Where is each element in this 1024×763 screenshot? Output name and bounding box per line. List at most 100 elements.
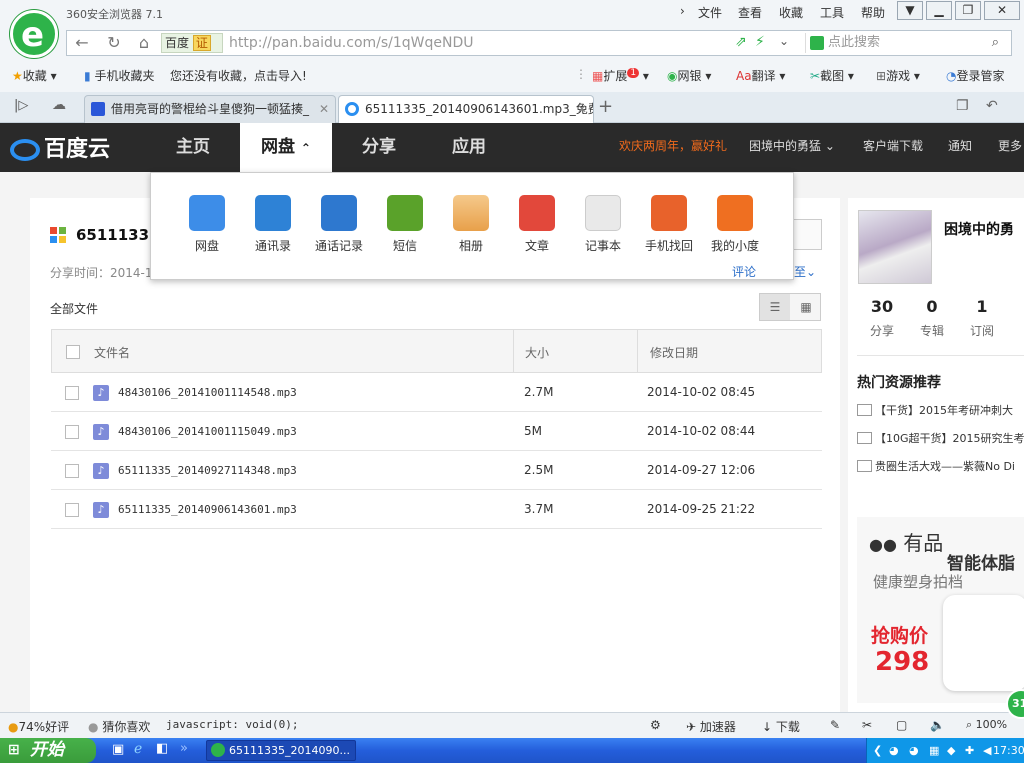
column-date[interactable]: 修改日期 [650,344,698,361]
table-row[interactable]: ♪ 48430106_20141001115049.mp3 5M 2014-10… [51,412,822,451]
tab-2[interactable]: 65111335_20140906143601.mp3_免费高 ✕ [338,95,594,123]
new-tab-button[interactable]: + [598,96,613,117]
promo-link[interactable]: 欢庆两周年，赢好礼 [619,123,727,169]
more-link[interactable]: 更多 [998,123,1022,169]
file-name[interactable]: 48430106_20141001115049.mp3 [118,425,297,438]
nav-netdisk[interactable]: 网盘 ⌃ [240,123,332,172]
network-icon[interactable]: ▦ [929,738,939,763]
tools-icon[interactable]: ✂ [862,718,872,732]
tab-close-icon[interactable]: ✕ [319,96,329,122]
file-name[interactable]: 65111335_20140906143601.mp3 [118,503,297,516]
table-row[interactable]: ♪ 65111335_20140927114348.mp3 2.5M 2014-… [51,451,822,490]
speaker-icon[interactable]: ◀ [983,738,991,763]
app-xiaodu[interactable]: 我的小度 [703,195,767,254]
save-to-link[interactable]: 至⌄ [794,263,816,280]
close-button[interactable]: ✕ [984,1,1020,20]
manager-login[interactable]: ◔登录管家 [946,67,1005,84]
import-hint[interactable]: 您还没有收藏，点击导入! [170,67,307,84]
guess-you-like[interactable]: ● 猜你喜欢 [88,718,150,735]
screenshot-button[interactable]: ✂截图 ▾ [810,67,854,84]
360-guard-icon[interactable]: ✚ [965,738,974,763]
app-call-log[interactable]: 通话记录 [307,195,371,254]
home-icon[interactable]: ⌂ [129,31,159,55]
start-button[interactable]: ⊞ 开始 [0,738,96,763]
app-netdisk[interactable]: 网盘 [175,195,239,254]
menu-tools[interactable]: 工具 [820,4,844,21]
baidu-cloud-logo[interactable]: 百度云 [10,131,110,163]
search-input[interactable]: 点此搜索 ⌕ [805,33,1009,53]
nav-share[interactable]: 分享 [334,123,424,172]
restore-button[interactable]: ❐ [955,1,981,20]
tray-arrow-icon[interactable]: ❮ [873,738,882,763]
taskbar-window[interactable]: 65111335_2014090... [206,740,356,761]
list-view-icon[interactable]: ☰ [760,294,790,320]
notification-badge[interactable]: 31 [1006,689,1024,719]
row-checkbox[interactable] [65,386,79,400]
translate-button[interactable]: Aa翻译 ▾ [736,67,785,84]
tab-1[interactable]: 借用亮哥的警棍给斗皇傻狗一顿猛揍_ ✕ [84,95,336,123]
dropdown-icon[interactable]: ⌄ [779,34,789,48]
quicklaunch-chevron-icon[interactable]: » [180,741,188,756]
volume-icon[interactable]: 🔈 [930,718,945,732]
column-size[interactable]: 大小 [525,344,549,361]
clock[interactable]: 17:30 [993,738,1024,763]
app-articles[interactable]: 文章 [505,195,569,254]
favorites-button[interactable]: ★收藏 ▾ [12,67,57,84]
image-icon[interactable]: ✎ [830,718,840,732]
minimize-button[interactable]: ▁ [926,1,952,20]
row-checkbox[interactable] [65,464,79,478]
lightning-icon[interactable]: ⚡ [755,34,765,50]
skin-icon[interactable]: ▼ [897,1,923,20]
url-field[interactable]: http://pan.baidu.com/s/1qWqeNDU [229,31,474,55]
grid-view-icon[interactable]: ▦ [791,294,821,320]
stat-albums[interactable]: 0 专辑 [908,297,956,339]
app-sms[interactable]: 短信 [373,195,437,254]
share-icon[interactable]: ⇗ [735,34,747,50]
settings-icon[interactable]: ⚙ [650,718,661,732]
refresh-icon[interactable]: ↻ [99,31,129,55]
ie-icon[interactable]: ℯ [134,741,142,757]
games-button[interactable]: ⊞游戏 ▾ [876,67,920,84]
column-name[interactable]: 文件名 [94,344,130,361]
app-notepad[interactable]: 记事本 [571,195,635,254]
row-checkbox[interactable] [65,503,79,517]
undo-close-icon[interactable]: ↶ [986,98,998,114]
file-name[interactable]: 65111335_20140927114348.mp3 [118,464,297,477]
shield-icon[interactable]: ◆ [947,738,955,763]
app-find-phone[interactable]: 手机找回 [637,195,701,254]
media-icon[interactable]: ◧ [156,741,168,756]
tab-list-icon[interactable]: ❐ [956,98,969,114]
stat-subscriptions[interactable]: 1 订阅 [958,297,1006,339]
ad-banner[interactable]: ●● 有品 智能体脂 健康塑身拍档 抢购价 298 [857,517,1024,703]
rating[interactable]: ●74%好评 [8,718,69,735]
nav-home[interactable]: 主页 [148,123,238,172]
mobile-favorites[interactable]: ▮ 手机收藏夹 [84,67,154,84]
site-badge[interactable]: 百度 证 [161,33,223,53]
file-name[interactable]: 48430106_20141001114548.mp3 [118,386,297,399]
menu-favorites[interactable]: 收藏 [779,4,803,21]
comment-link[interactable]: 评论 [732,263,756,280]
qq-icon[interactable]: ◕ [889,738,899,763]
back-icon[interactable]: ← [67,31,97,55]
tab-close-icon[interactable]: ✕ [577,96,587,122]
menu-view[interactable]: 查看 [738,4,762,21]
app-contacts[interactable]: 通讯录 [241,195,305,254]
user-menu[interactable]: 困境中的勇猛 ⌄ [749,123,835,169]
accelerator-button[interactable]: ✈ 加速器 [686,718,736,735]
hot-link[interactable]: 【10G超干货】2015研究生考 [857,430,1024,446]
extensions-button[interactable]: ▦扩展 1 ▾ [592,67,649,84]
menu-file[interactable]: 文件 [698,4,722,21]
desktop-icon[interactable]: ▣ [112,742,124,757]
sidebar-toggle-icon[interactable]: |▷ [14,98,28,113]
app-album[interactable]: 相册 [439,195,503,254]
stat-shares[interactable]: 30 分享 [858,297,906,339]
zoom-level[interactable]: ⌕ 100% [966,718,1007,732]
download-button[interactable]: ↓ 下载 [762,718,800,735]
qq-icon[interactable]: ◕ [909,738,919,763]
notice-link[interactable]: 通知 [948,123,972,169]
bank-button[interactable]: ◉网银 ▾ [667,67,711,84]
hot-link[interactable]: 【干货】2015年考研冲刺大 [857,402,1013,418]
window-icon[interactable]: ▢ [896,718,907,732]
cloud-icon[interactable]: ☁ [52,97,66,113]
client-download-link[interactable]: 客户端下载 [863,123,923,169]
